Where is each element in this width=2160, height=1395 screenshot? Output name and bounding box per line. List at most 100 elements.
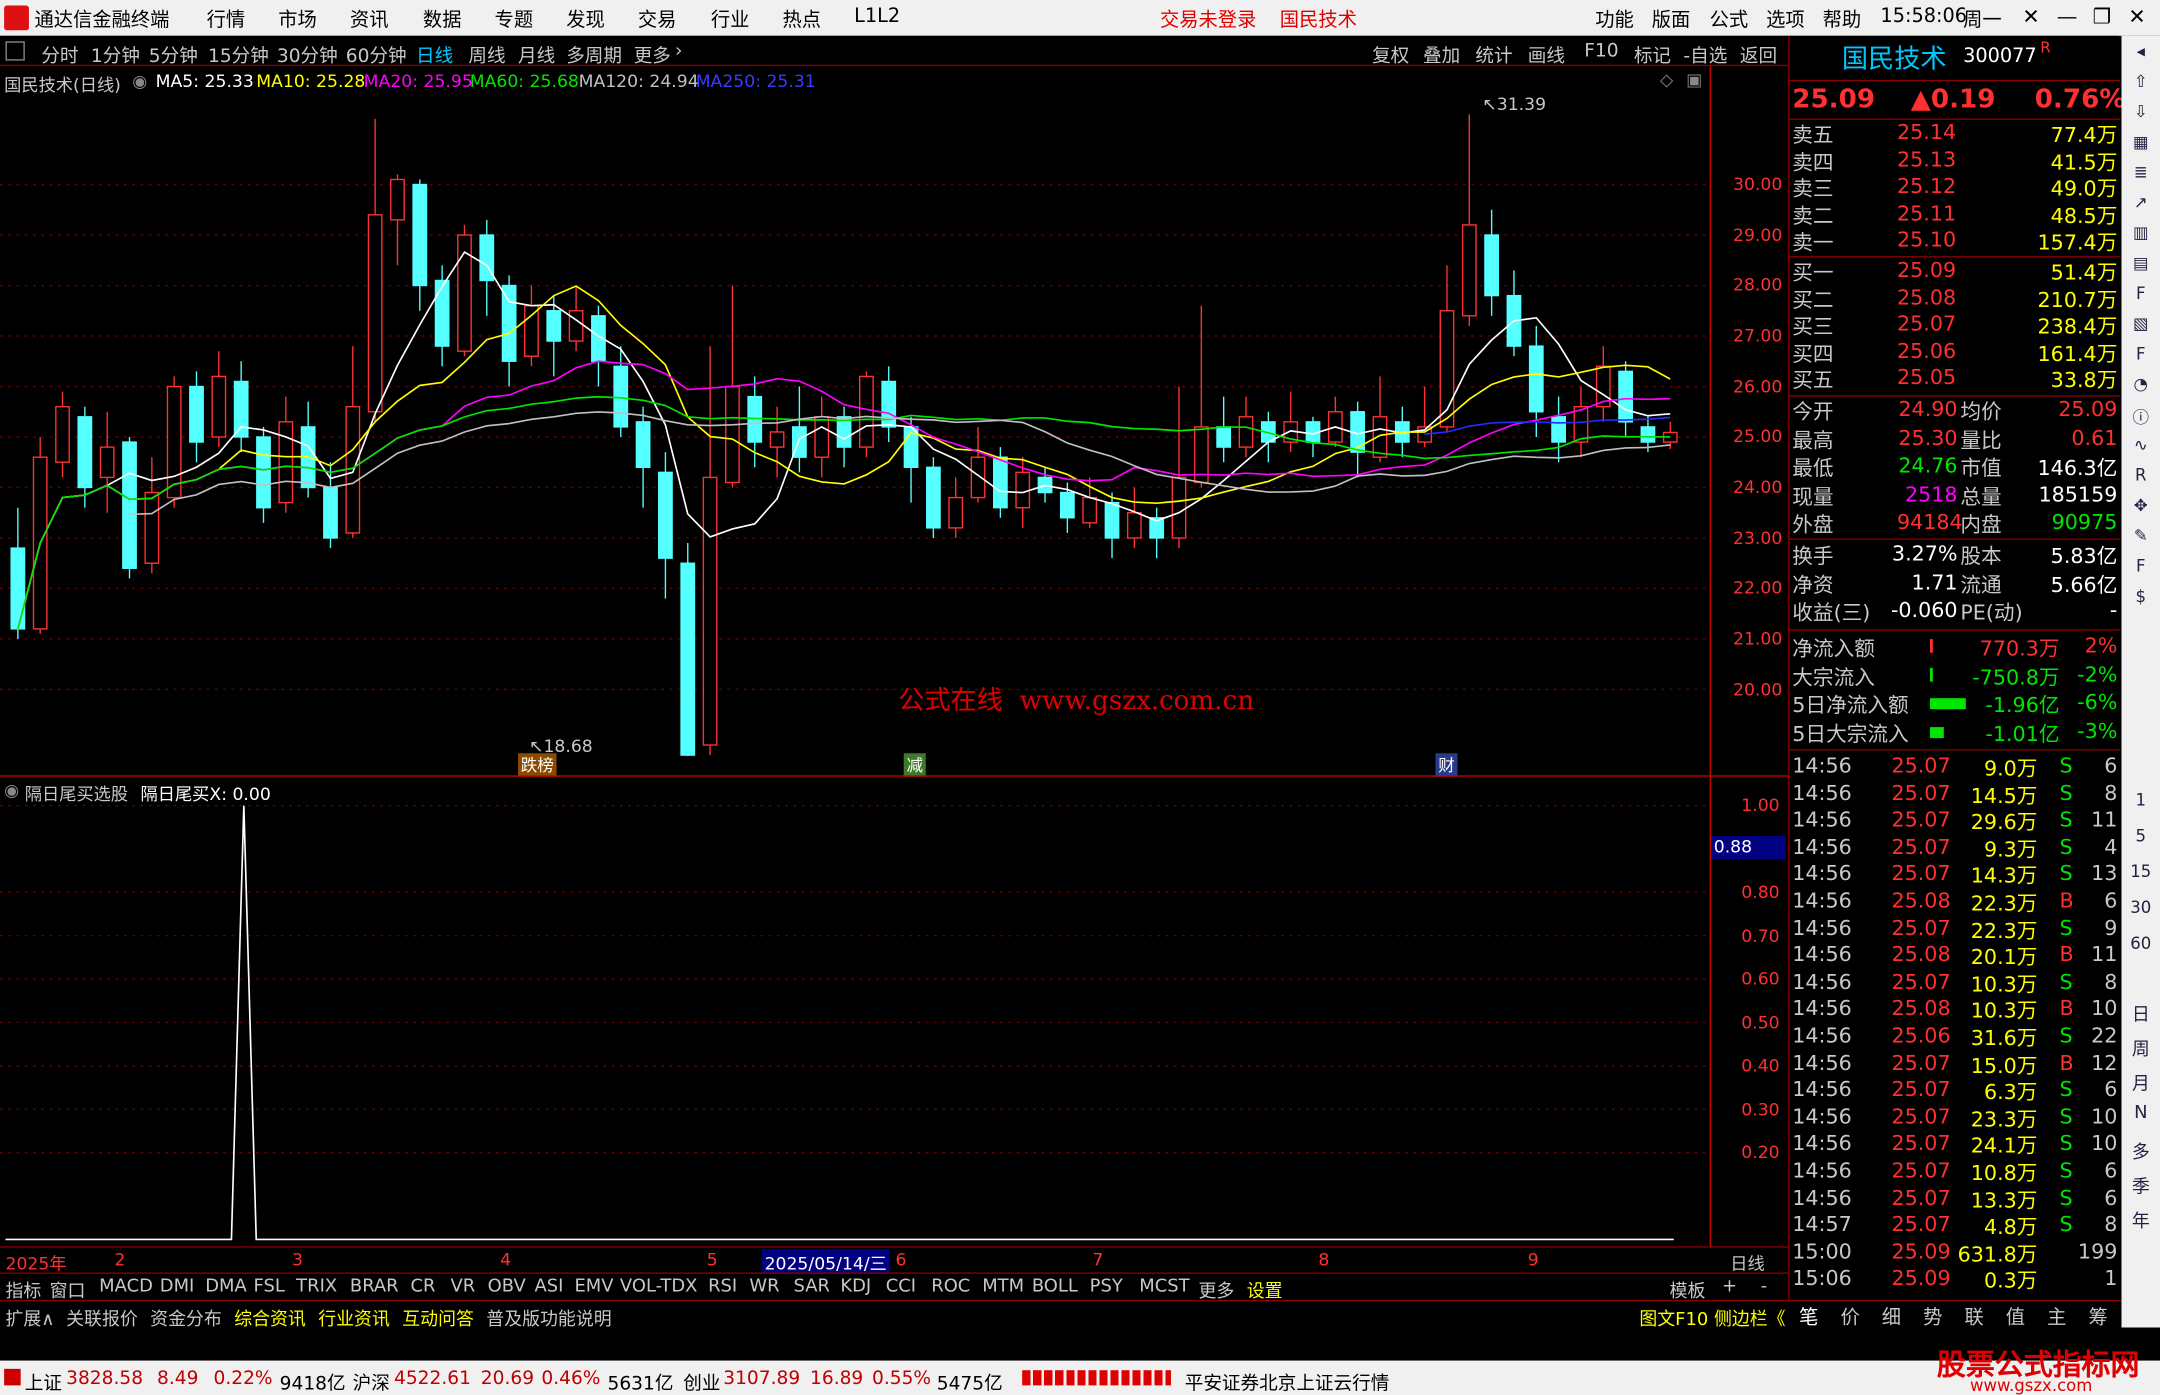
- f2-icon[interactable]: F: [2127, 344, 2155, 369]
- indicator-tab[interactable]: -: [1761, 1277, 1767, 1298]
- back-button[interactable]: 返回: [1740, 40, 1777, 67]
- indicator-tab[interactable]: 模板: [1670, 1277, 1706, 1303]
- menu-item-trade[interactable]: 交易: [638, 6, 677, 34]
- indicator-tab[interactable]: 更多: [1199, 1277, 1235, 1303]
- quote-tab[interactable]: 筹: [2088, 1303, 2107, 1331]
- clock-icon[interactable]: ◔: [2127, 375, 2155, 400]
- side-period-button[interactable]: 月: [2127, 1069, 2155, 1095]
- period-5min[interactable]: 5分钟: [149, 40, 198, 67]
- overlay-button[interactable]: 叠加: [1423, 40, 1460, 67]
- period-1min[interactable]: 1分钟: [91, 40, 140, 67]
- menu-item-help[interactable]: 帮助: [1823, 6, 1862, 34]
- side-period-button[interactable]: 多: [2127, 1137, 2155, 1164]
- period-30min[interactable]: 30分钟: [277, 40, 338, 67]
- ext-tab-news[interactable]: 综合资讯: [234, 1304, 306, 1331]
- grid-icon[interactable]: ▧: [2127, 314, 2155, 339]
- event-tag-finance[interactable]: 财: [1435, 753, 1458, 777]
- list-icon[interactable]: ≣: [2127, 162, 2155, 187]
- menu-item-layout[interactable]: 版面: [1652, 6, 1691, 34]
- quote-tab[interactable]: 值: [2006, 1303, 2025, 1331]
- quote-tab[interactable]: 笔: [1799, 1303, 1818, 1331]
- indicator-tab[interactable]: 指标: [6, 1277, 42, 1303]
- menu-item-options[interactable]: 选项: [1766, 6, 1805, 34]
- panel-toggle-icon[interactable]: [5, 41, 25, 61]
- restore-rights-button[interactable]: 复权: [1372, 40, 1409, 67]
- menu-item-l1l2[interactable]: L1L2: [854, 6, 900, 28]
- minimize-icon[interactable]: —: [2057, 4, 2078, 29]
- ext-tab-qa[interactable]: 互动问答: [402, 1304, 474, 1331]
- period-monthly[interactable]: 月线: [518, 40, 555, 67]
- draw-line-button[interactable]: 画线: [1528, 40, 1565, 67]
- side-period-button[interactable]: 周: [2127, 1034, 2155, 1061]
- hs-index-name[interactable]: 沪深: [353, 1367, 390, 1395]
- menu-item-discover[interactable]: 发现: [566, 6, 605, 34]
- dollar-icon[interactable]: $: [2127, 587, 2155, 612]
- trade-login-status[interactable]: 交易未登录: [1160, 6, 1256, 34]
- indicator-tab[interactable]: DMA: [205, 1277, 247, 1298]
- menu-item-news[interactable]: 资讯: [350, 6, 389, 34]
- indicator-tab[interactable]: MCST: [1139, 1277, 1189, 1298]
- minute-period-button[interactable]: 1: [2127, 790, 2155, 815]
- indicator-tab[interactable]: PSY: [1090, 1277, 1123, 1298]
- event-tag-reduce[interactable]: 减: [903, 753, 926, 777]
- indicator-tab[interactable]: +: [1722, 1277, 1737, 1298]
- period-weekly[interactable]: 周线: [468, 40, 505, 67]
- quote-tab[interactable]: 主: [2047, 1303, 2066, 1331]
- indicator-tab[interactable]: DMI: [160, 1277, 195, 1298]
- menu-item-topics[interactable]: 专题: [495, 6, 534, 34]
- down-arrow-icon[interactable]: ⇩: [2127, 102, 2155, 127]
- cy-index-name[interactable]: 创业: [683, 1367, 720, 1395]
- indicator-tab[interactable]: EMV: [574, 1277, 613, 1298]
- legend-toggle-icon[interactable]: ◉: [132, 70, 147, 91]
- period-daily[interactable]: 日线: [416, 40, 453, 67]
- side-period-button[interactable]: 日: [2127, 1000, 2155, 1026]
- up-arrow-icon[interactable]: ⇧: [2127, 72, 2155, 97]
- indicator-tab[interactable]: MACD: [99, 1277, 153, 1298]
- broker-name[interactable]: 平安证券北京上证云行情: [1185, 1367, 1390, 1395]
- indicator-tab[interactable]: KDJ: [840, 1277, 871, 1298]
- f10-icon[interactable]: F: [2127, 284, 2155, 309]
- ext-tab-fund-distribution[interactable]: 资金分布: [150, 1304, 222, 1331]
- ext-toggle[interactable]: 扩展∧: [6, 1304, 55, 1331]
- rsi-icon[interactable]: R: [2127, 465, 2155, 490]
- mark-button[interactable]: 标记: [1634, 40, 1671, 67]
- indicator-chart[interactable]: [0, 778, 1788, 1246]
- menu-item-formula[interactable]: 公式: [1710, 6, 1749, 34]
- side-period-button[interactable]: 季: [2127, 1172, 2155, 1198]
- statistics-button[interactable]: 统计: [1475, 40, 1512, 67]
- ext-tab-related-quotes[interactable]: 关联报价: [66, 1304, 138, 1331]
- kline-icon[interactable]: ▥: [2127, 223, 2155, 248]
- indicator-tab[interactable]: BOLL: [1032, 1277, 1078, 1298]
- indicator-tab[interactable]: TRIX: [296, 1277, 337, 1298]
- diamond-icon[interactable]: ◇: [1660, 69, 1673, 90]
- close-icon[interactable]: ✕: [2022, 4, 2039, 29]
- period-15min[interactable]: 15分钟: [208, 40, 269, 67]
- menu-item-industry[interactable]: 行业: [711, 6, 750, 34]
- chart-icon[interactable]: ↗: [2127, 193, 2155, 218]
- quote-tab[interactable]: 价: [1840, 1303, 1859, 1331]
- indicator-tab[interactable]: VOL-TDX: [620, 1277, 698, 1298]
- minute-period-button[interactable]: 30: [2127, 898, 2155, 923]
- menu-item-quotes[interactable]: 行情: [207, 6, 246, 34]
- quote-tab[interactable]: 势: [1923, 1303, 1942, 1331]
- side-period-button[interactable]: N: [2127, 1103, 2155, 1128]
- indicator-tab[interactable]: OBV: [488, 1277, 526, 1298]
- period-multi[interactable]: 多周期: [566, 40, 622, 67]
- window-icon[interactable]: ▣: [1686, 69, 1702, 90]
- indicator-tab[interactable]: ROC: [931, 1277, 970, 1298]
- indicator-tab[interactable]: VR: [450, 1277, 475, 1298]
- indicator-tab[interactable]: CCI: [886, 1277, 916, 1298]
- indicator-tab[interactable]: BRAR: [350, 1277, 399, 1298]
- indicator-tab[interactable]: 窗口: [50, 1277, 86, 1303]
- f10-button[interactable]: F10: [1584, 40, 1618, 62]
- sidebar-toggle[interactable]: 图文F10 侧边栏《: [1639, 1304, 1785, 1331]
- menu-icon[interactable]: ◂: [2127, 41, 2155, 66]
- candlestick-chart[interactable]: [0, 94, 1788, 776]
- calendar-icon[interactable]: ▦: [2127, 132, 2155, 157]
- quote-tab[interactable]: 细: [1882, 1303, 1901, 1331]
- indicator-tab[interactable]: RSI: [708, 1277, 737, 1298]
- fs-icon[interactable]: F: [2127, 556, 2155, 581]
- period-intraday[interactable]: 分时: [41, 40, 78, 67]
- menu-item-function[interactable]: 功能: [1595, 6, 1634, 34]
- period-more[interactable]: 更多: [634, 40, 671, 67]
